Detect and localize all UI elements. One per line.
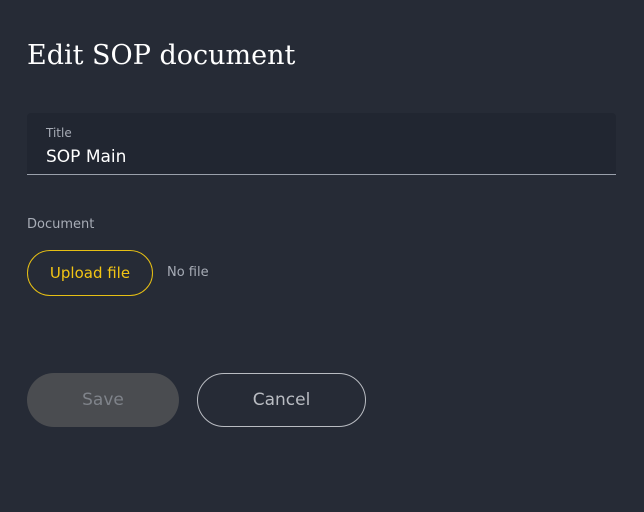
cancel-button[interactable]: Cancel [197,373,366,427]
title-field[interactable]: Title [27,113,616,175]
upload-file-button[interactable]: Upload file [27,250,153,296]
title-field-label: Title [46,126,72,140]
document-label: Document [27,217,95,232]
file-status-text: No file [167,265,209,280]
edit-sop-dialog: Edit SOP document Title Document Upload … [0,0,644,512]
dialog-title: Edit SOP document [27,40,296,71]
title-input[interactable] [46,145,586,169]
save-button[interactable]: Save [27,373,179,427]
